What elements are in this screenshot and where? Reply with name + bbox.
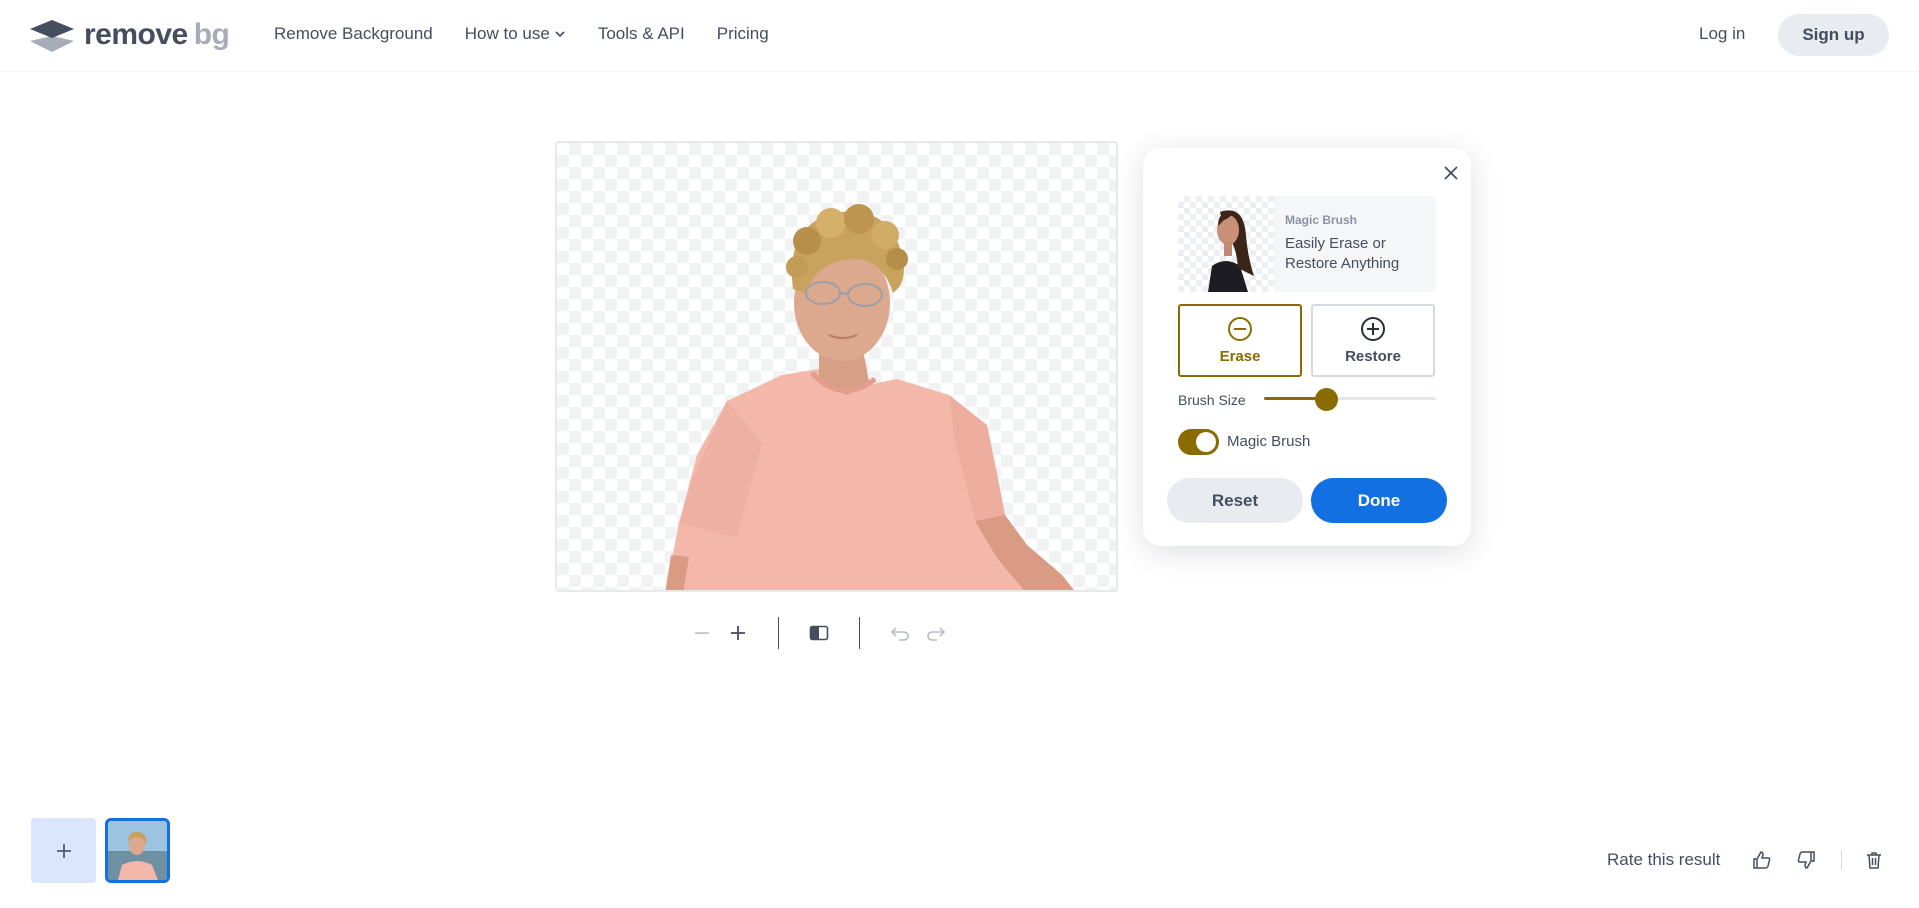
nav-label: Tools & API [597, 24, 685, 43]
magic-brush-toggle-label: Magic Brush [1227, 433, 1311, 450]
toggle-knob [1196, 432, 1216, 452]
magic-brush-promo: Magic Brush Easily Erase or Restore Anyt… [1178, 196, 1436, 292]
image-thumbnail[interactable] [105, 818, 170, 883]
magic-brush-toggle[interactable] [1178, 429, 1219, 455]
promo-tag: Magic Brush [1285, 213, 1358, 227]
zoom-out-button[interactable] [684, 616, 720, 650]
image-canvas[interactable] [555, 141, 1118, 592]
logo-word: remove [84, 18, 188, 51]
logo-text: remove bg [84, 18, 230, 52]
nav-how-to-use[interactable]: How to use [465, 24, 566, 44]
nav-label: Remove Background [274, 24, 433, 43]
plus-circle-icon [1361, 317, 1385, 341]
erase-label: Erase [1219, 348, 1261, 365]
plus-icon [56, 843, 71, 858]
nav-pricing[interactable]: Pricing [717, 24, 769, 44]
nav-remove-background[interactable]: Remove Background [274, 24, 433, 44]
undo-button[interactable] [882, 616, 918, 650]
rate-result-label: Rate this result [1607, 850, 1721, 869]
thumbs-up-button[interactable] [1750, 848, 1774, 872]
cutout-subject-image [665, 204, 1074, 590]
signup-button[interactable]: Sign up [1778, 14, 1889, 56]
nav-label: How to use [464, 24, 550, 43]
close-panel-button[interactable] [1440, 162, 1462, 184]
erase-mode-button[interactable]: Erase [1178, 304, 1302, 377]
promo-image [1178, 196, 1274, 292]
rate-divider [1841, 850, 1842, 870]
thumbs-down-button[interactable] [1794, 848, 1818, 872]
magic-brush-panel: Magic Brush Easily Erase or Restore Anyt… [1143, 148, 1471, 546]
promo-woman-illustration [1208, 210, 1254, 292]
thumbs-up-icon [1753, 851, 1771, 869]
toolbar-divider [778, 617, 779, 649]
minus-circle-icon [1228, 317, 1252, 341]
logo-icon [30, 20, 74, 52]
logo[interactable]: remove bg [30, 18, 230, 52]
redo-button[interactable] [918, 616, 954, 650]
undo-icon [890, 627, 909, 641]
toolbar-divider [859, 617, 860, 649]
brush-size-slider[interactable] [1264, 388, 1436, 411]
top-navigation-bar: remove bg Remove Background How to use To… [0, 0, 1919, 72]
main-nav: Remove Background How to use Tools & API… [274, 24, 769, 44]
nav-tools-api[interactable]: Tools & API [598, 24, 685, 44]
done-button[interactable]: Done [1311, 478, 1447, 523]
brush-size-label: Brush Size [1178, 392, 1246, 408]
logo-suffix: bg [193, 18, 230, 51]
trash-icon [1867, 852, 1881, 869]
redo-icon [927, 627, 946, 641]
reset-button[interactable]: Reset [1167, 478, 1303, 523]
nav-label: Pricing [716, 24, 769, 43]
add-image-button[interactable] [31, 818, 96, 883]
slider-thumb[interactable] [1315, 388, 1338, 411]
zoom-in-button[interactable] [720, 616, 756, 650]
close-icon [1444, 166, 1458, 180]
canvas-toolbar [684, 616, 954, 650]
restore-mode-button[interactable]: Restore [1311, 304, 1435, 377]
promo-description: Easily Erase or Restore Anything [1285, 235, 1400, 272]
delete-button[interactable] [1862, 848, 1886, 872]
login-link[interactable]: Log in [1699, 24, 1745, 44]
thumbnail-photo [108, 821, 167, 880]
compare-button[interactable] [801, 616, 837, 650]
compare-icon [809, 625, 829, 641]
minus-icon [695, 632, 709, 634]
plus-icon [731, 626, 745, 640]
thumbs-down-icon [1797, 851, 1815, 869]
restore-label: Restore [1345, 348, 1401, 365]
chevron-down-icon [555, 31, 565, 38]
